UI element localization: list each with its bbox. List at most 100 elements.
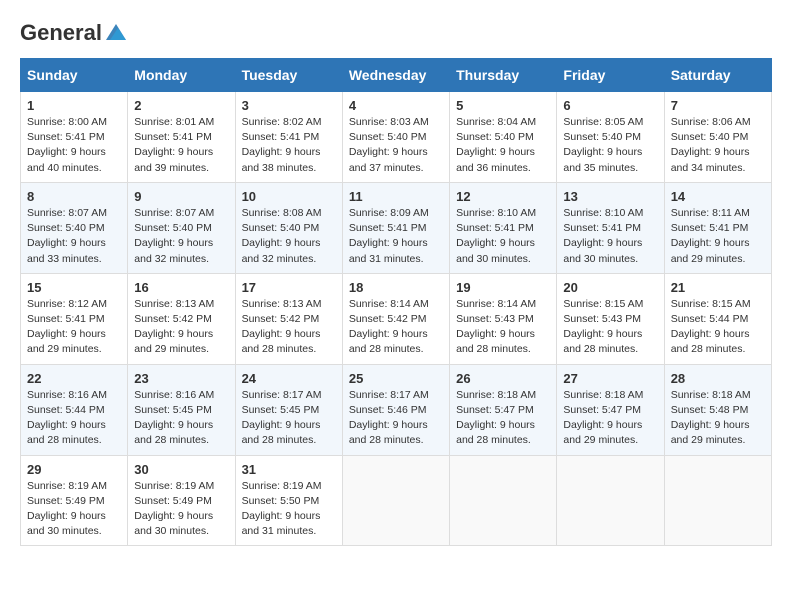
day-info: Sunrise: 8:12 AM Sunset: 5:41 PM Dayligh… <box>27 297 121 358</box>
day-info: Sunrise: 8:04 AM Sunset: 5:40 PM Dayligh… <box>456 115 550 176</box>
calendar-week-row: 22 Sunrise: 8:16 AM Sunset: 5:44 PM Dayl… <box>21 364 772 455</box>
day-info: Sunrise: 8:18 AM Sunset: 5:47 PM Dayligh… <box>563 388 657 449</box>
day-number: 26 <box>456 371 550 386</box>
calendar-cell <box>342 455 449 546</box>
day-number: 3 <box>242 98 336 113</box>
day-number: 23 <box>134 371 228 386</box>
day-info: Sunrise: 8:02 AM Sunset: 5:41 PM Dayligh… <box>242 115 336 176</box>
day-info: Sunrise: 8:10 AM Sunset: 5:41 PM Dayligh… <box>563 206 657 267</box>
day-number: 5 <box>456 98 550 113</box>
day-info: Sunrise: 8:09 AM Sunset: 5:41 PM Dayligh… <box>349 206 443 267</box>
logo-icon <box>104 22 128 44</box>
day-number: 29 <box>27 462 121 477</box>
calendar-cell: 17 Sunrise: 8:13 AM Sunset: 5:42 PM Dayl… <box>235 273 342 364</box>
day-number: 25 <box>349 371 443 386</box>
day-number: 1 <box>27 98 121 113</box>
calendar-cell: 21 Sunrise: 8:15 AM Sunset: 5:44 PM Dayl… <box>664 273 771 364</box>
calendar-cell: 18 Sunrise: 8:14 AM Sunset: 5:42 PM Dayl… <box>342 273 449 364</box>
calendar-cell: 10 Sunrise: 8:08 AM Sunset: 5:40 PM Dayl… <box>235 182 342 273</box>
day-number: 15 <box>27 280 121 295</box>
day-number: 19 <box>456 280 550 295</box>
calendar-cell: 25 Sunrise: 8:17 AM Sunset: 5:46 PM Dayl… <box>342 364 449 455</box>
day-number: 14 <box>671 189 765 204</box>
day-info: Sunrise: 8:18 AM Sunset: 5:47 PM Dayligh… <box>456 388 550 449</box>
header-monday: Monday <box>128 59 235 92</box>
header-wednesday: Wednesday <box>342 59 449 92</box>
day-number: 9 <box>134 189 228 204</box>
day-number: 30 <box>134 462 228 477</box>
calendar-header-row: Sunday Monday Tuesday Wednesday Thursday… <box>21 59 772 92</box>
calendar-week-row: 29 Sunrise: 8:19 AM Sunset: 5:49 PM Dayl… <box>21 455 772 546</box>
calendar-table: Sunday Monday Tuesday Wednesday Thursday… <box>20 58 772 546</box>
calendar-cell: 4 Sunrise: 8:03 AM Sunset: 5:40 PM Dayli… <box>342 92 449 183</box>
calendar-cell: 13 Sunrise: 8:10 AM Sunset: 5:41 PM Dayl… <box>557 182 664 273</box>
day-info: Sunrise: 8:07 AM Sunset: 5:40 PM Dayligh… <box>27 206 121 267</box>
header-thursday: Thursday <box>450 59 557 92</box>
calendar-week-row: 1 Sunrise: 8:00 AM Sunset: 5:41 PM Dayli… <box>21 92 772 183</box>
header-friday: Friday <box>557 59 664 92</box>
day-number: 28 <box>671 371 765 386</box>
calendar-week-row: 15 Sunrise: 8:12 AM Sunset: 5:41 PM Dayl… <box>21 273 772 364</box>
day-info: Sunrise: 8:07 AM Sunset: 5:40 PM Dayligh… <box>134 206 228 267</box>
calendar-cell <box>557 455 664 546</box>
calendar-cell: 11 Sunrise: 8:09 AM Sunset: 5:41 PM Dayl… <box>342 182 449 273</box>
header-tuesday: Tuesday <box>235 59 342 92</box>
calendar-cell: 5 Sunrise: 8:04 AM Sunset: 5:40 PM Dayli… <box>450 92 557 183</box>
calendar-cell: 6 Sunrise: 8:05 AM Sunset: 5:40 PM Dayli… <box>557 92 664 183</box>
day-number: 8 <box>27 189 121 204</box>
day-number: 21 <box>671 280 765 295</box>
day-info: Sunrise: 8:19 AM Sunset: 5:49 PM Dayligh… <box>134 479 228 540</box>
calendar-cell: 30 Sunrise: 8:19 AM Sunset: 5:49 PM Dayl… <box>128 455 235 546</box>
day-number: 6 <box>563 98 657 113</box>
calendar-cell: 8 Sunrise: 8:07 AM Sunset: 5:40 PM Dayli… <box>21 182 128 273</box>
day-info: Sunrise: 8:06 AM Sunset: 5:40 PM Dayligh… <box>671 115 765 176</box>
day-number: 12 <box>456 189 550 204</box>
day-info: Sunrise: 8:18 AM Sunset: 5:48 PM Dayligh… <box>671 388 765 449</box>
day-info: Sunrise: 8:19 AM Sunset: 5:50 PM Dayligh… <box>242 479 336 540</box>
calendar-cell: 9 Sunrise: 8:07 AM Sunset: 5:40 PM Dayli… <box>128 182 235 273</box>
day-info: Sunrise: 8:14 AM Sunset: 5:43 PM Dayligh… <box>456 297 550 358</box>
calendar-cell: 26 Sunrise: 8:18 AM Sunset: 5:47 PM Dayl… <box>450 364 557 455</box>
day-info: Sunrise: 8:05 AM Sunset: 5:40 PM Dayligh… <box>563 115 657 176</box>
day-info: Sunrise: 8:13 AM Sunset: 5:42 PM Dayligh… <box>134 297 228 358</box>
calendar-cell: 28 Sunrise: 8:18 AM Sunset: 5:48 PM Dayl… <box>664 364 771 455</box>
calendar-cell: 7 Sunrise: 8:06 AM Sunset: 5:40 PM Dayli… <box>664 92 771 183</box>
day-info: Sunrise: 8:15 AM Sunset: 5:43 PM Dayligh… <box>563 297 657 358</box>
day-number: 7 <box>671 98 765 113</box>
calendar-cell <box>450 455 557 546</box>
day-info: Sunrise: 8:13 AM Sunset: 5:42 PM Dayligh… <box>242 297 336 358</box>
calendar-cell: 31 Sunrise: 8:19 AM Sunset: 5:50 PM Dayl… <box>235 455 342 546</box>
logo-general: General <box>20 20 102 46</box>
calendar-cell: 27 Sunrise: 8:18 AM Sunset: 5:47 PM Dayl… <box>557 364 664 455</box>
day-number: 22 <box>27 371 121 386</box>
day-info: Sunrise: 8:17 AM Sunset: 5:46 PM Dayligh… <box>349 388 443 449</box>
day-number: 20 <box>563 280 657 295</box>
day-number: 4 <box>349 98 443 113</box>
day-info: Sunrise: 8:11 AM Sunset: 5:41 PM Dayligh… <box>671 206 765 267</box>
day-number: 27 <box>563 371 657 386</box>
calendar-cell: 24 Sunrise: 8:17 AM Sunset: 5:45 PM Dayl… <box>235 364 342 455</box>
logo: General <box>20 20 128 42</box>
day-info: Sunrise: 8:01 AM Sunset: 5:41 PM Dayligh… <box>134 115 228 176</box>
day-info: Sunrise: 8:14 AM Sunset: 5:42 PM Dayligh… <box>349 297 443 358</box>
calendar-cell: 12 Sunrise: 8:10 AM Sunset: 5:41 PM Dayl… <box>450 182 557 273</box>
day-info: Sunrise: 8:10 AM Sunset: 5:41 PM Dayligh… <box>456 206 550 267</box>
day-number: 31 <box>242 462 336 477</box>
day-number: 24 <box>242 371 336 386</box>
calendar-cell: 1 Sunrise: 8:00 AM Sunset: 5:41 PM Dayli… <box>21 92 128 183</box>
calendar-cell: 15 Sunrise: 8:12 AM Sunset: 5:41 PM Dayl… <box>21 273 128 364</box>
calendar-cell: 3 Sunrise: 8:02 AM Sunset: 5:41 PM Dayli… <box>235 92 342 183</box>
page-header: General <box>20 20 772 42</box>
day-number: 18 <box>349 280 443 295</box>
day-info: Sunrise: 8:03 AM Sunset: 5:40 PM Dayligh… <box>349 115 443 176</box>
calendar-cell: 16 Sunrise: 8:13 AM Sunset: 5:42 PM Dayl… <box>128 273 235 364</box>
header-saturday: Saturday <box>664 59 771 92</box>
calendar-cell: 14 Sunrise: 8:11 AM Sunset: 5:41 PM Dayl… <box>664 182 771 273</box>
day-number: 16 <box>134 280 228 295</box>
day-number: 11 <box>349 189 443 204</box>
day-number: 10 <box>242 189 336 204</box>
day-number: 13 <box>563 189 657 204</box>
day-info: Sunrise: 8:16 AM Sunset: 5:44 PM Dayligh… <box>27 388 121 449</box>
calendar-cell: 20 Sunrise: 8:15 AM Sunset: 5:43 PM Dayl… <box>557 273 664 364</box>
day-info: Sunrise: 8:00 AM Sunset: 5:41 PM Dayligh… <box>27 115 121 176</box>
